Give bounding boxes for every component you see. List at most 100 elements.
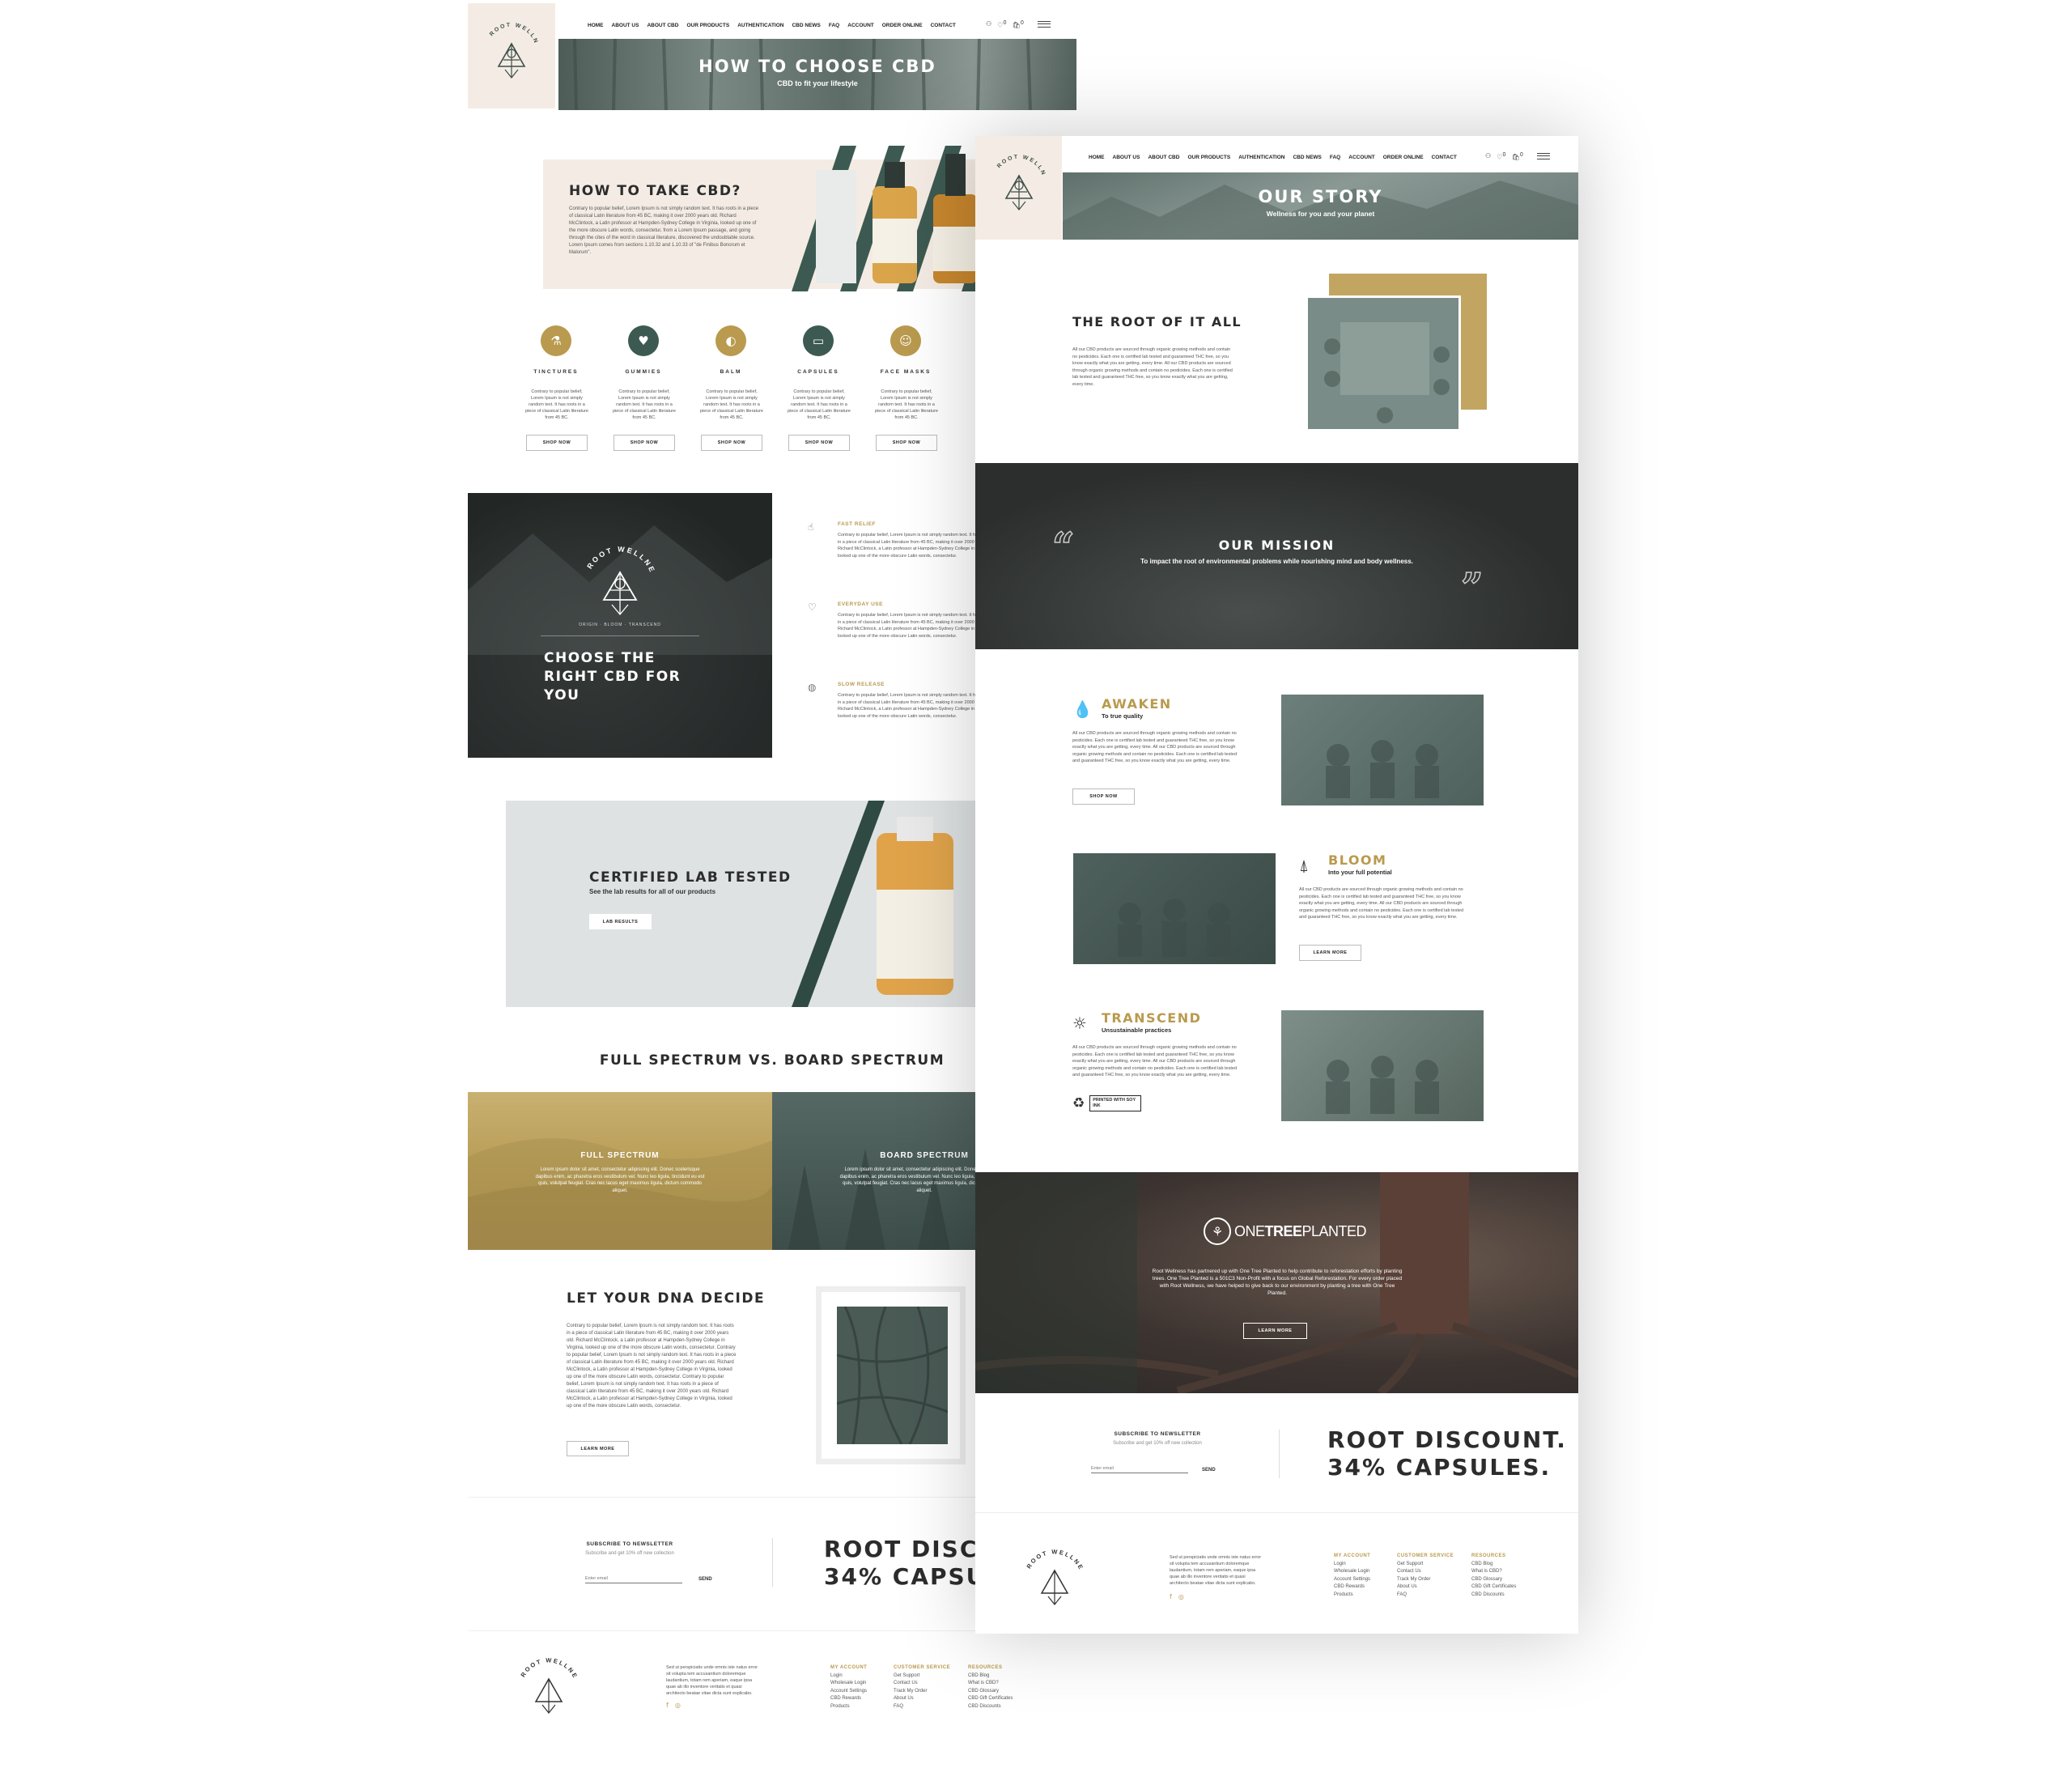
footer-link[interactable]: FAQ [1397, 1592, 1454, 1600]
nav-item-our-products[interactable]: Our products [686, 23, 729, 28]
dna-learn-more-button[interactable]: LEARN MORE [567, 1441, 629, 1456]
shop-now-button[interactable]: SHOP NOW [614, 435, 675, 451]
feature-body: All our CBD products are sourced through… [1299, 887, 1464, 920]
footer-link[interactable]: CBD Rewards [1334, 1583, 1370, 1592]
nav-item-faq[interactable]: FAQ [829, 23, 839, 28]
lab-results-button[interactable]: LAB RESULTS [589, 914, 652, 929]
cart-icon[interactable]: 🛍0 [1013, 19, 1024, 29]
heart-hand-icon: ♡ [808, 601, 817, 613]
footer-link[interactable]: What is CBD? [968, 1680, 1013, 1688]
feature-image [1073, 853, 1276, 964]
footer-link[interactable]: Login [1334, 1561, 1370, 1569]
nav-item-order-online[interactable]: Order online [882, 23, 923, 28]
wishlist-icon[interactable]: ♡0 [997, 19, 1006, 29]
footer-link[interactable]: FAQ [894, 1703, 950, 1711]
nav-item-contact[interactable]: Contact [1432, 155, 1457, 160]
feature-cta-button[interactable]: SHOP NOW [1072, 788, 1135, 805]
nav-item-authentication[interactable]: Authentication [737, 23, 783, 28]
workspace-photo-texture [1324, 322, 1450, 423]
facebook-icon[interactable]: f [666, 1702, 669, 1709]
feature-cta-button[interactable]: LEARN MORE [1299, 945, 1361, 961]
footer-logo[interactable]: ROOT WELLNESS [516, 1655, 581, 1715]
footer-link[interactable]: Account Settings [830, 1688, 867, 1696]
footer-link[interactable]: Wholesale Login [830, 1680, 867, 1688]
newsletter-send-button[interactable]: SEND [698, 1577, 712, 1582]
shop-now-button[interactable]: SHOP NOW [788, 435, 850, 451]
footer-link[interactable]: Contact Us [1397, 1568, 1454, 1576]
nav-item-about-us[interactable]: About us [612, 23, 639, 28]
one-tree-planted-logo[interactable]: ⚘ ONETREEPLANTED [1204, 1218, 1367, 1245]
nav-item-about-cbd[interactable]: About CBD [1148, 155, 1179, 160]
nav-item-cbd-news[interactable]: CBD News [1293, 155, 1321, 160]
footer-link[interactable]: About Us [894, 1695, 950, 1703]
nav-item-account[interactable]: Account [847, 23, 874, 28]
wishlist-count: 0 [1502, 151, 1506, 158]
hamburger-menu-icon[interactable] [1537, 152, 1550, 159]
face-mask-icon: ☺ [890, 325, 921, 356]
brand-logo[interactable]: ROOT WELLNESS [471, 11, 552, 100]
main-nav: Home About us About CBD Our products Authent… [588, 23, 956, 28]
nav-item-order-online[interactable]: Order online [1383, 155, 1424, 160]
cart-icon[interactable]: 🛍0 [1512, 151, 1523, 161]
footer-link[interactable]: Track My Order [894, 1688, 950, 1696]
product-name: GUMMIES [625, 369, 662, 375]
nav-item-cbd-news[interactable]: CBD News [792, 23, 820, 28]
brand-logo-mark: ROOT WELLNESS [988, 151, 1047, 210]
facebook-icon[interactable]: f [1170, 1593, 1172, 1600]
shop-now-button[interactable]: SHOP NOW [526, 435, 588, 451]
instagram-icon[interactable]: ◎ [1178, 1593, 1184, 1600]
footer-link[interactable]: CBD Gift Certificates [1471, 1583, 1516, 1592]
footer-link[interactable]: CBD Glossary [968, 1688, 1013, 1696]
svg-text:ROOT WELLNESS: ROOT WELLNESS [988, 151, 1047, 177]
footer-link[interactable]: Login [830, 1672, 867, 1681]
hand-icon: ☝ [808, 521, 814, 533]
instagram-icon[interactable]: ◎ [675, 1702, 681, 1709]
nav-item-contact[interactable]: Contact [931, 23, 956, 28]
nav-item-about-us[interactable]: About us [1113, 155, 1140, 160]
footer-link[interactable]: Products [830, 1703, 867, 1711]
hamburger-menu-icon[interactable] [1038, 20, 1051, 28]
newsletter-email-input[interactable] [1091, 1464, 1188, 1473]
user-icon[interactable]: ⚇ [1485, 152, 1491, 159]
footer-link[interactable]: Track My Order [1397, 1576, 1454, 1584]
footer-link[interactable]: CBD Discounts [968, 1703, 1013, 1711]
footer-link[interactable]: CBD Blog [1471, 1561, 1516, 1569]
nav-item-about-cbd[interactable]: About CBD [647, 23, 678, 28]
header-icons: ⚇ ♡0 🛍0 [986, 19, 1051, 29]
shop-now-button[interactable]: SHOP NOW [701, 435, 762, 451]
nav-item-account[interactable]: Account [1348, 155, 1375, 160]
footer-link[interactable]: What is CBD? [1471, 1568, 1516, 1576]
footer-link[interactable]: About Us [1397, 1583, 1454, 1592]
footer-link[interactable]: Wholesale Login [1334, 1568, 1370, 1576]
product-desc: Contrary to popular belief, Lorem Ipsum … [788, 389, 851, 420]
footer-link[interactable]: CBD Glossary [1471, 1576, 1516, 1584]
footer-link[interactable]: CBD Rewards [830, 1695, 867, 1703]
footer-link[interactable]: Account Settings [1334, 1576, 1370, 1584]
nav-item-authentication[interactable]: Authentication [1238, 155, 1284, 160]
brand-logo[interactable]: ROOT WELLNESS [979, 144, 1059, 232]
footer-link[interactable]: Products [1334, 1592, 1370, 1600]
footer-link[interactable]: Get Support [1397, 1561, 1454, 1569]
footer-link[interactable]: CBD Gift Certificates [968, 1695, 1013, 1703]
choose-title: CHOOSE THE RIGHT CBD FOR YOU [544, 650, 681, 703]
footer-link[interactable]: CBD Discounts [1471, 1592, 1516, 1600]
nav-item-faq[interactable]: FAQ [1330, 155, 1340, 160]
newsletter-email-input[interactable] [585, 1574, 682, 1583]
nav-item-our-products[interactable]: Our products [1187, 155, 1230, 160]
feature-body: All our CBD products are sourced through… [1072, 1045, 1238, 1077]
wishlist-icon[interactable]: ♡0 [1497, 151, 1505, 161]
user-icon[interactable]: ⚇ [986, 20, 991, 28]
shop-now-button[interactable]: SHOP NOW [876, 435, 937, 451]
footer-link[interactable]: Get Support [894, 1672, 950, 1681]
newsletter-send-button[interactable]: SEND [1202, 1468, 1216, 1473]
feature-title: AWAKEN [1102, 696, 1172, 712]
tree-section: ⚘ ONETREEPLANTED Root Wellness has partn… [975, 1172, 1578, 1393]
footer-link[interactable]: CBD Blog [968, 1672, 1013, 1681]
tree-learn-more-button[interactable]: LEARN MORE [1243, 1323, 1307, 1339]
roots-texture [837, 1307, 948, 1444]
pine-tree-icon: ⍋ [1299, 856, 1309, 875]
footer-link[interactable]: Contact Us [894, 1680, 950, 1688]
footer-logo[interactable]: ROOT WELLNESS [1022, 1546, 1087, 1607]
nav-item-home[interactable]: Home [1089, 155, 1105, 160]
nav-item-home[interactable]: Home [588, 23, 604, 28]
